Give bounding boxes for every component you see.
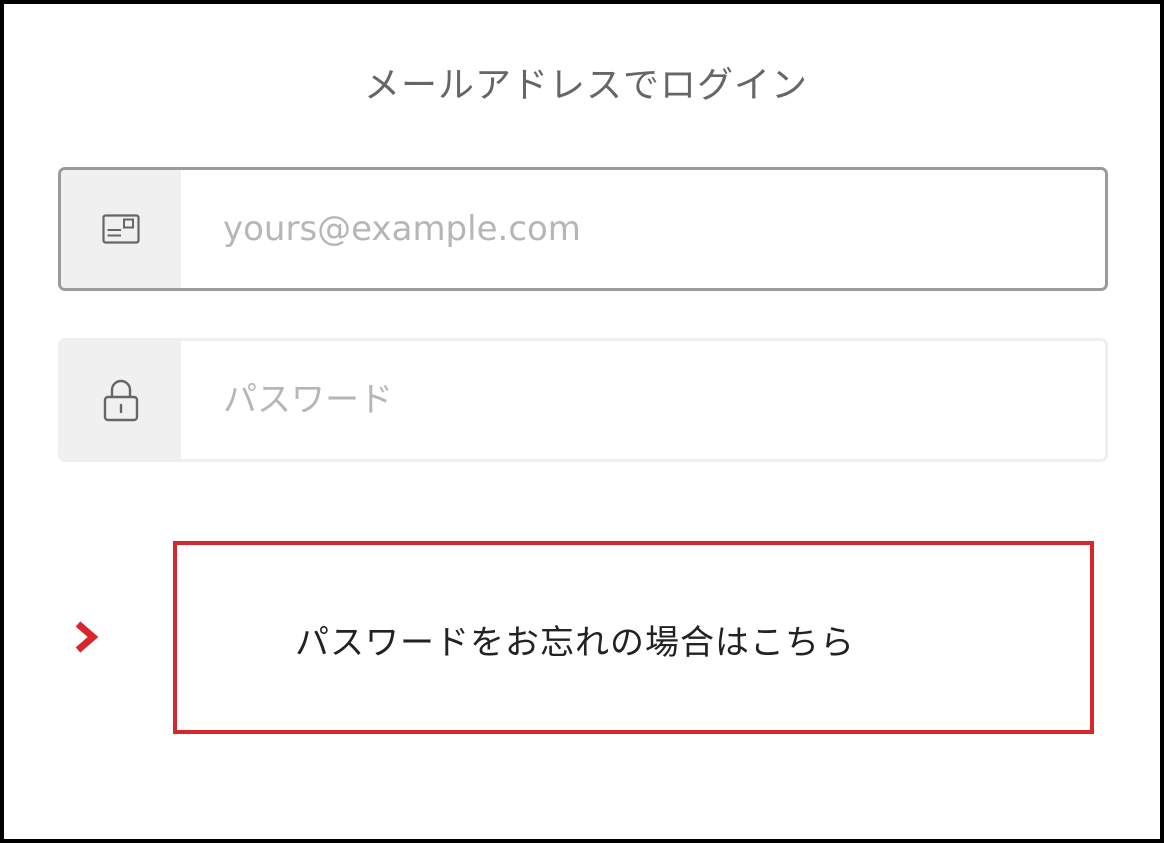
password-field-group <box>58 338 1108 462</box>
email-input[interactable] <box>181 170 1105 288</box>
id-card-icon <box>102 214 140 244</box>
email-icon-cell <box>61 170 181 288</box>
forgot-password-label: パスワードをお忘れの場合はこちら <box>295 623 855 663</box>
chevron-right-icon <box>75 621 99 653</box>
password-icon-cell <box>61 341 181 459</box>
login-panel: メールアドレスでログイン パスワードをお忘れの場合はこちら <box>0 0 1164 843</box>
forgot-password-row: パスワードをお忘れの場合はこちら <box>4 541 1164 734</box>
email-field-group <box>58 167 1108 291</box>
forgot-password-link[interactable]: パスワードをお忘れの場合はこちら <box>173 541 1094 734</box>
page-title: メールアドレスでログイン <box>363 65 808 106</box>
lock-icon <box>103 379 139 422</box>
password-input[interactable] <box>181 341 1105 459</box>
